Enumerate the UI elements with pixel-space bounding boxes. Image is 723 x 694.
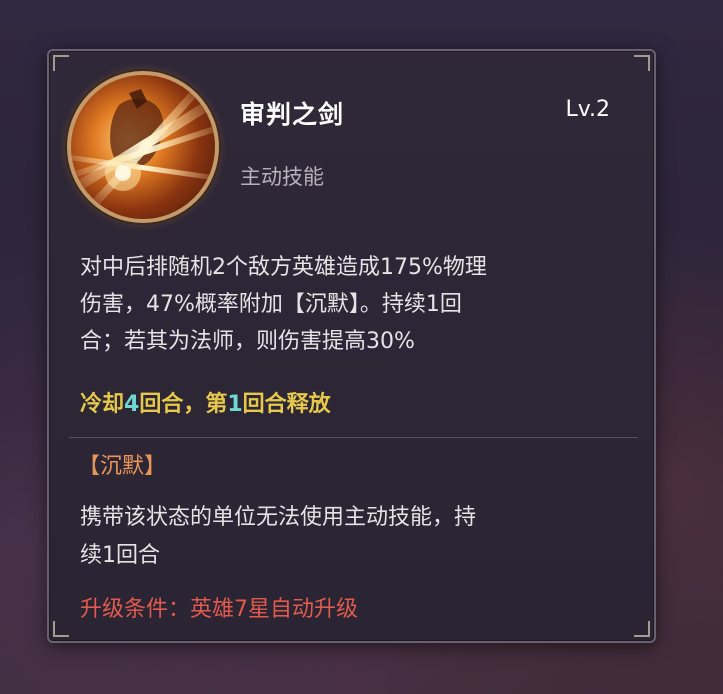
cooldown-turns: 4 (124, 392, 140, 417)
panel-corner-ornament (634, 55, 650, 71)
skill-level: Lv.2 (565, 97, 610, 122)
status-effect-description: 携带该状态的单位无法使用主动技能，持 续1回合 (80, 499, 610, 575)
cooldown-suffix: 回合释放 (242, 392, 331, 417)
release-turn: 1 (227, 392, 243, 417)
description-line: 合；若其为法师，则伤害提高30% (80, 329, 415, 354)
upgrade-condition: 升级条件：英雄7星自动升级 (80, 597, 358, 622)
skill-description: 对中后排随机2个敌方英雄造成175%物理 伤害，47%概率附加【沉默】。持续1回… (80, 249, 610, 360)
sword-slash-icon (67, 71, 219, 223)
skill-name: 审判之剑 (240, 100, 345, 129)
status-description-line: 续1回合 (80, 543, 160, 568)
panel-corner-ornament (53, 621, 69, 637)
panel-corner-ornament (634, 621, 650, 637)
panel-corner-ornament (53, 55, 69, 71)
description-line: 对中后排随机2个敌方英雄造成175%物理 (80, 255, 487, 280)
description-line: 伤害，47%概率附加【沉默】。持续1回 (80, 292, 462, 317)
cooldown-mid: 回合，第 (139, 392, 228, 417)
section-divider (69, 437, 638, 438)
status-effect-title: 【沉默】 (78, 454, 167, 479)
skill-tooltip-panel: 审判之剑 Lv.2 主动技能 对中后排随机2个敌方英雄造成175%物理 伤害，4… (47, 49, 656, 643)
cooldown-prefix: 冷却 (80, 392, 125, 417)
skill-type: 主动技能 (240, 165, 324, 189)
skill-cooldown: 冷却4回合，第1回合释放 (80, 386, 331, 418)
status-description-line: 携带该状态的单位无法使用主动技能，持 (80, 505, 477, 530)
